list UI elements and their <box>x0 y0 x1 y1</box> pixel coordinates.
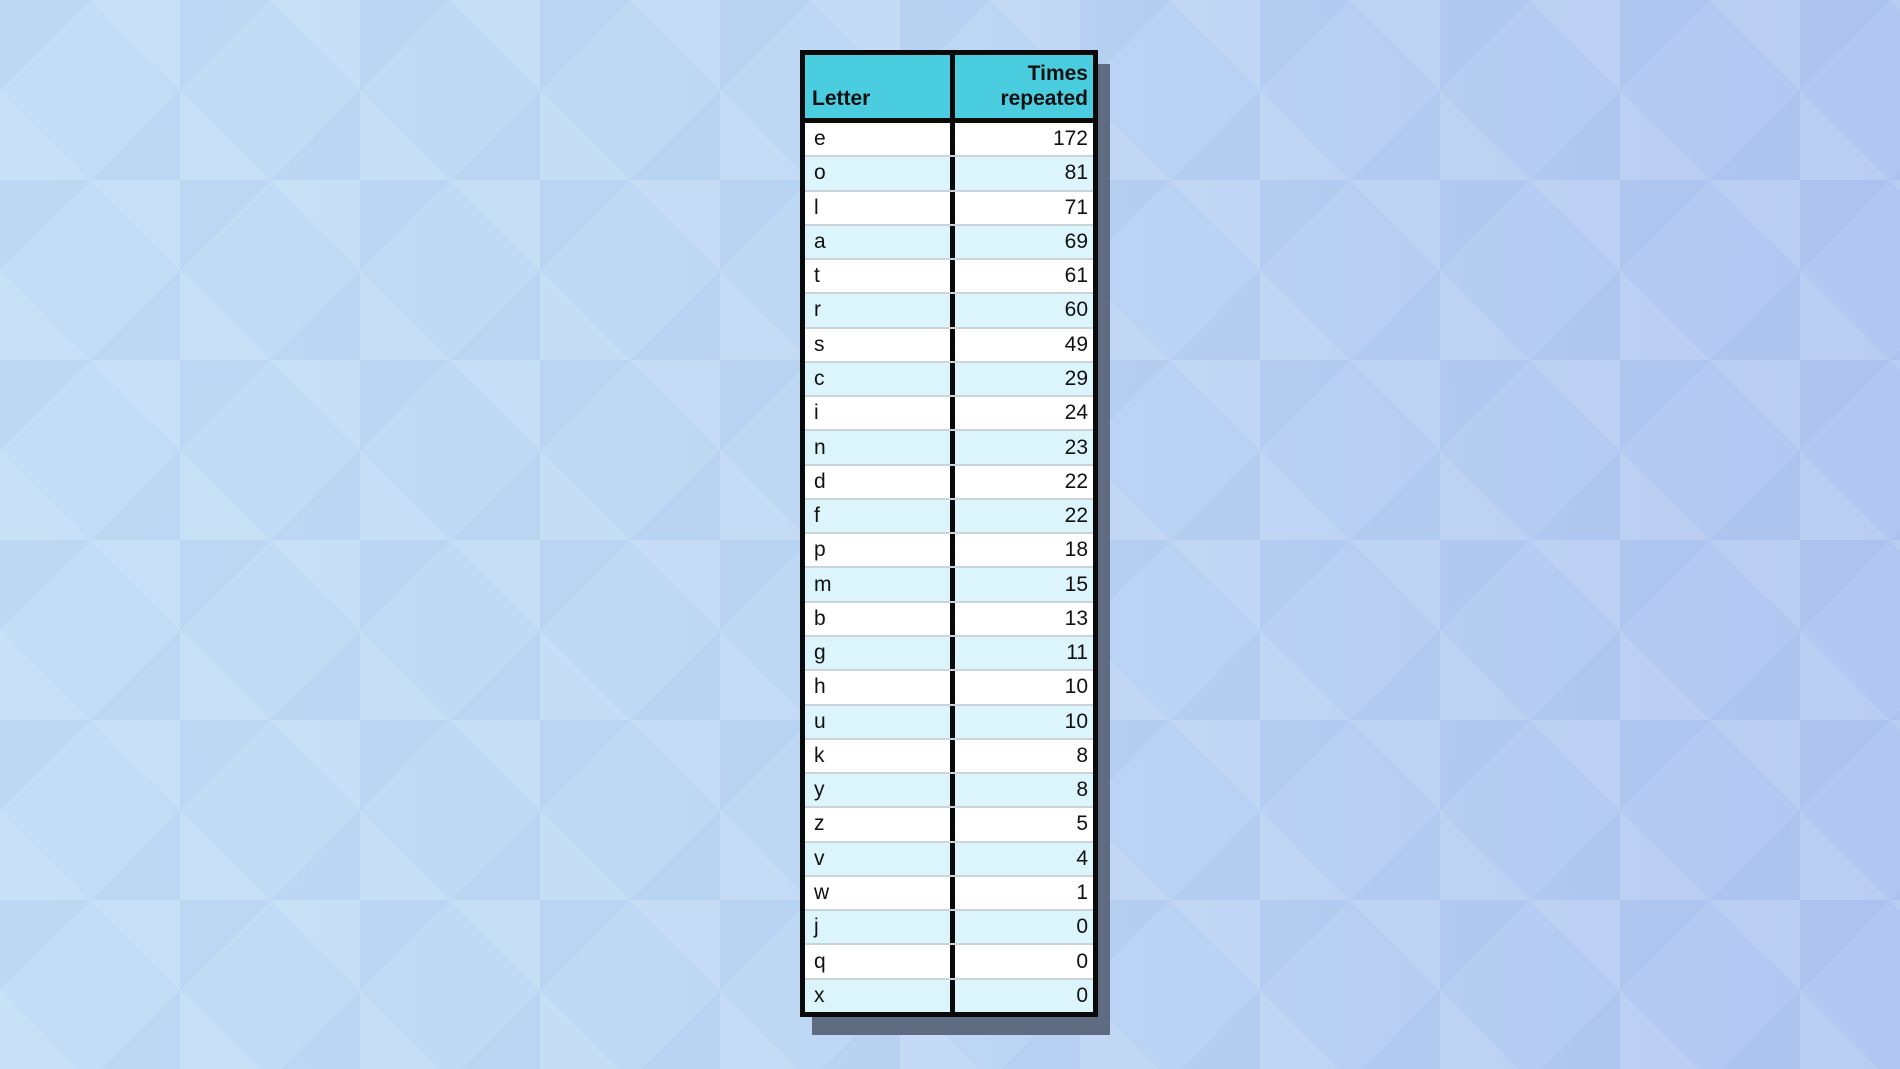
table-row: g 11 <box>805 636 1093 672</box>
table-row: u 10 <box>805 705 1093 740</box>
cell-count: 18 <box>1064 538 1088 562</box>
cell-letter: j <box>805 911 955 944</box>
cell-count: 8 <box>1076 743 1088 767</box>
table-row: f 22 <box>805 499 1093 535</box>
cell-count: 0 <box>1076 915 1088 939</box>
table-row: t 61 <box>805 260 1093 295</box>
cell-letter: z <box>805 808 955 841</box>
cell-letter: a <box>805 225 955 259</box>
table-row: w1 <box>805 876 1093 912</box>
cell-letter: e <box>805 123 955 156</box>
cell-count: 1 <box>1076 880 1088 904</box>
cell-letter: k <box>805 739 955 773</box>
header-letter: Letter <box>805 55 955 118</box>
header-times-repeated: Times repeated <box>955 55 1093 118</box>
table-row: o 81 <box>805 157 1093 192</box>
table-row: h 10 <box>805 671 1093 706</box>
cell-count: 23 <box>1064 435 1088 459</box>
table-row: s 49 <box>805 328 1093 363</box>
cell-letter: c <box>805 362 955 396</box>
cell-count: 10 <box>1064 709 1088 733</box>
cell-letter: f <box>805 499 955 533</box>
header-times-line2: repeated <box>1000 87 1088 110</box>
cell-count: 11 <box>1066 641 1088 665</box>
table-row: p 18 <box>805 534 1093 569</box>
cell-letter: p <box>805 534 955 567</box>
cell-count: 22 <box>1064 469 1088 493</box>
table-row: d 22 <box>805 465 1093 500</box>
letter-frequency-table: Letter Times repeated e 172 o 81 l 71 a 69 t 61 r 6… <box>800 50 1098 1017</box>
cell-count: 49 <box>1064 332 1088 356</box>
cell-letter: x <box>805 979 955 1012</box>
cell-count: 29 <box>1064 366 1088 390</box>
cell-count: 15 <box>1064 572 1088 596</box>
cell-letter: s <box>805 328 955 361</box>
table-row: i 24 <box>805 397 1093 432</box>
cell-count: 60 <box>1064 298 1088 322</box>
cell-count: 172 <box>1052 127 1088 151</box>
table-row: x0 <box>805 979 1093 1012</box>
cell-count: 0 <box>1076 983 1088 1007</box>
cell-count: 69 <box>1064 229 1088 253</box>
cell-letter: d <box>805 465 955 498</box>
header-times-line1: Times <box>1027 62 1088 85</box>
table-row: j0 <box>805 911 1093 946</box>
table-row: b 13 <box>805 602 1093 637</box>
cell-letter: u <box>805 705 955 738</box>
cell-count: 8 <box>1076 778 1088 802</box>
table-row: m 15 <box>805 568 1093 603</box>
cell-count: 4 <box>1076 846 1088 870</box>
cell-letter: t <box>805 260 955 293</box>
table-row: a 69 <box>805 225 1093 261</box>
cell-count: 71 <box>1064 195 1088 219</box>
table-row: q0 <box>805 945 1093 980</box>
cell-count: 13 <box>1064 606 1088 630</box>
cell-count: 61 <box>1064 264 1088 288</box>
cell-letter: y <box>805 774 955 807</box>
table-row: l 71 <box>805 191 1093 226</box>
cell-letter: m <box>805 568 955 601</box>
cell-letter: q <box>805 945 955 978</box>
cell-letter: v <box>805 842 955 875</box>
table-header-row: Letter Times repeated <box>805 55 1093 123</box>
cell-letter: n <box>805 431 955 464</box>
cell-letter: w <box>805 876 955 910</box>
table-row: y8 <box>805 774 1093 809</box>
cell-count: 0 <box>1076 949 1088 973</box>
cell-letter: l <box>805 191 955 224</box>
cell-letter: g <box>805 636 955 670</box>
table-body: e 172 o 81 l 71 a 69 t 61 r 60 s 49 c 29 i 24 n 23 d 22 f 22 p 18… <box>805 123 1093 1012</box>
cell-letter: b <box>805 602 955 635</box>
cell-letter: o <box>805 157 955 190</box>
table-row: k8 <box>805 739 1093 775</box>
table-row: z5 <box>805 808 1093 843</box>
cell-count: 22 <box>1064 504 1088 528</box>
cell-count: 24 <box>1064 401 1088 425</box>
cell-letter: r <box>805 294 955 327</box>
table-row: r 60 <box>805 294 1093 329</box>
table-row: n 23 <box>805 431 1093 466</box>
table-row: e 172 <box>805 123 1093 158</box>
table-row: c 29 <box>805 362 1093 398</box>
cell-count: 81 <box>1064 161 1088 185</box>
cell-count: 10 <box>1064 675 1088 699</box>
cell-letter: i <box>805 397 955 430</box>
table-row: v4 <box>805 842 1093 877</box>
cell-letter: h <box>805 671 955 704</box>
cell-count: 5 <box>1076 812 1088 836</box>
